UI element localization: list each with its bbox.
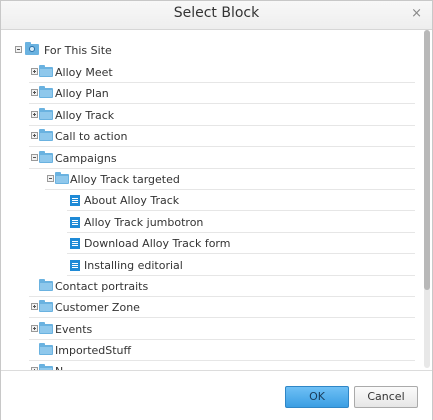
tree-item-label: Alloy Track targeted bbox=[70, 173, 180, 186]
folder-icon bbox=[39, 300, 53, 312]
block-item-about-alloy-track[interactable]: About Alloy Track bbox=[67, 190, 415, 211]
expand-plus-icon[interactable] bbox=[31, 303, 38, 310]
collapse-minus-icon[interactable] bbox=[47, 175, 54, 182]
folder-icon bbox=[39, 65, 53, 77]
tree-item-events[interactable]: Events bbox=[29, 319, 415, 340]
collapse-minus-icon[interactable] bbox=[31, 154, 38, 161]
close-icon[interactable]: × bbox=[411, 6, 422, 22]
dialog-titlebar: Select Block × bbox=[1, 1, 432, 30]
expand-plus-icon[interactable] bbox=[31, 89, 38, 96]
ok-button[interactable]: OK bbox=[285, 386, 349, 408]
folder-icon bbox=[39, 108, 53, 120]
tree-item-alloy-plan[interactable]: Alloy Plan bbox=[29, 83, 415, 104]
tree-root[interactable]: For This Site bbox=[13, 40, 418, 61]
select-block-dialog: Select Block × For This Site Alloy Meet … bbox=[0, 0, 433, 420]
expand-plus-icon[interactable] bbox=[31, 132, 38, 139]
tree-item-call-to-action[interactable]: Call to action bbox=[29, 126, 415, 147]
tree-item-campaigns[interactable]: Campaigns bbox=[29, 148, 415, 169]
tree-item-label: ImportedStuff bbox=[55, 344, 132, 357]
folder-icon bbox=[39, 343, 53, 355]
tree-item-label: Installing editorial bbox=[84, 259, 183, 272]
tree-item-label: Alloy Plan bbox=[55, 87, 109, 100]
tree-root-label: For This Site bbox=[44, 44, 112, 57]
tree-item-label: About Alloy Track bbox=[84, 194, 180, 207]
block-tree[interactable]: For This Site Alloy Meet Alloy Plan Allo… bbox=[1, 30, 432, 370]
block-icon bbox=[70, 217, 80, 228]
tree-item-label: Call to action bbox=[55, 130, 128, 143]
block-item-alloy-track-jumbotron[interactable]: Alloy Track jumbotron bbox=[67, 212, 415, 233]
block-icon bbox=[70, 195, 80, 206]
tree-item-label: Campaigns bbox=[55, 152, 117, 165]
expand-plus-icon[interactable] bbox=[31, 68, 38, 75]
dialog-title: Select Block bbox=[173, 5, 260, 21]
tree-item-alloy-meet[interactable]: Alloy Meet bbox=[29, 62, 415, 83]
tree-item-partial[interactable]: N... bbox=[29, 361, 415, 370]
tree-item-label: N... bbox=[55, 361, 74, 370]
expand-plus-icon[interactable] bbox=[31, 111, 38, 118]
collapse-minus-icon[interactable] bbox=[15, 46, 22, 53]
block-item-download-alloy-track-form[interactable]: Download Alloy Track form bbox=[67, 233, 415, 254]
tree-scrollbar[interactable] bbox=[424, 30, 430, 368]
folder-icon bbox=[39, 86, 53, 98]
cancel-button[interactable]: Cancel bbox=[354, 386, 418, 408]
tree-item-label: Alloy Track jumbotron bbox=[84, 216, 204, 229]
dialog-footer: OK Cancel bbox=[1, 370, 432, 420]
tree-item-importedstuff[interactable]: ImportedStuff bbox=[29, 340, 415, 361]
tree-item-label: Alloy Meet bbox=[55, 66, 113, 79]
block-item-installing-editorial[interactable]: Installing editorial bbox=[67, 255, 415, 276]
folder-icon bbox=[39, 129, 53, 141]
block-icon bbox=[70, 238, 80, 249]
tree-item-label: Contact portraits bbox=[55, 280, 149, 293]
tree-item-label: Customer Zone bbox=[55, 301, 140, 314]
folder-icon bbox=[39, 322, 53, 334]
tree-item-contact-portraits[interactable]: Contact portraits bbox=[29, 276, 415, 297]
site-folder-icon bbox=[25, 42, 39, 55]
tree-item-label: Download Alloy Track form bbox=[84, 237, 231, 250]
tree-item-customer-zone[interactable]: Customer Zone bbox=[29, 297, 415, 318]
tree-item-alloy-track[interactable]: Alloy Track bbox=[29, 105, 415, 126]
folder-icon bbox=[39, 151, 53, 163]
folder-icon bbox=[55, 172, 69, 184]
tree-scrollbar-thumb[interactable] bbox=[424, 30, 430, 290]
tree-item-alloy-track-targeted[interactable]: Alloy Track targeted bbox=[45, 169, 415, 190]
folder-icon bbox=[39, 279, 53, 291]
expand-plus-icon[interactable] bbox=[31, 325, 38, 332]
tree-item-label: Events bbox=[55, 323, 93, 336]
tree-item-label: Alloy Track bbox=[55, 109, 115, 122]
block-icon bbox=[70, 260, 80, 271]
